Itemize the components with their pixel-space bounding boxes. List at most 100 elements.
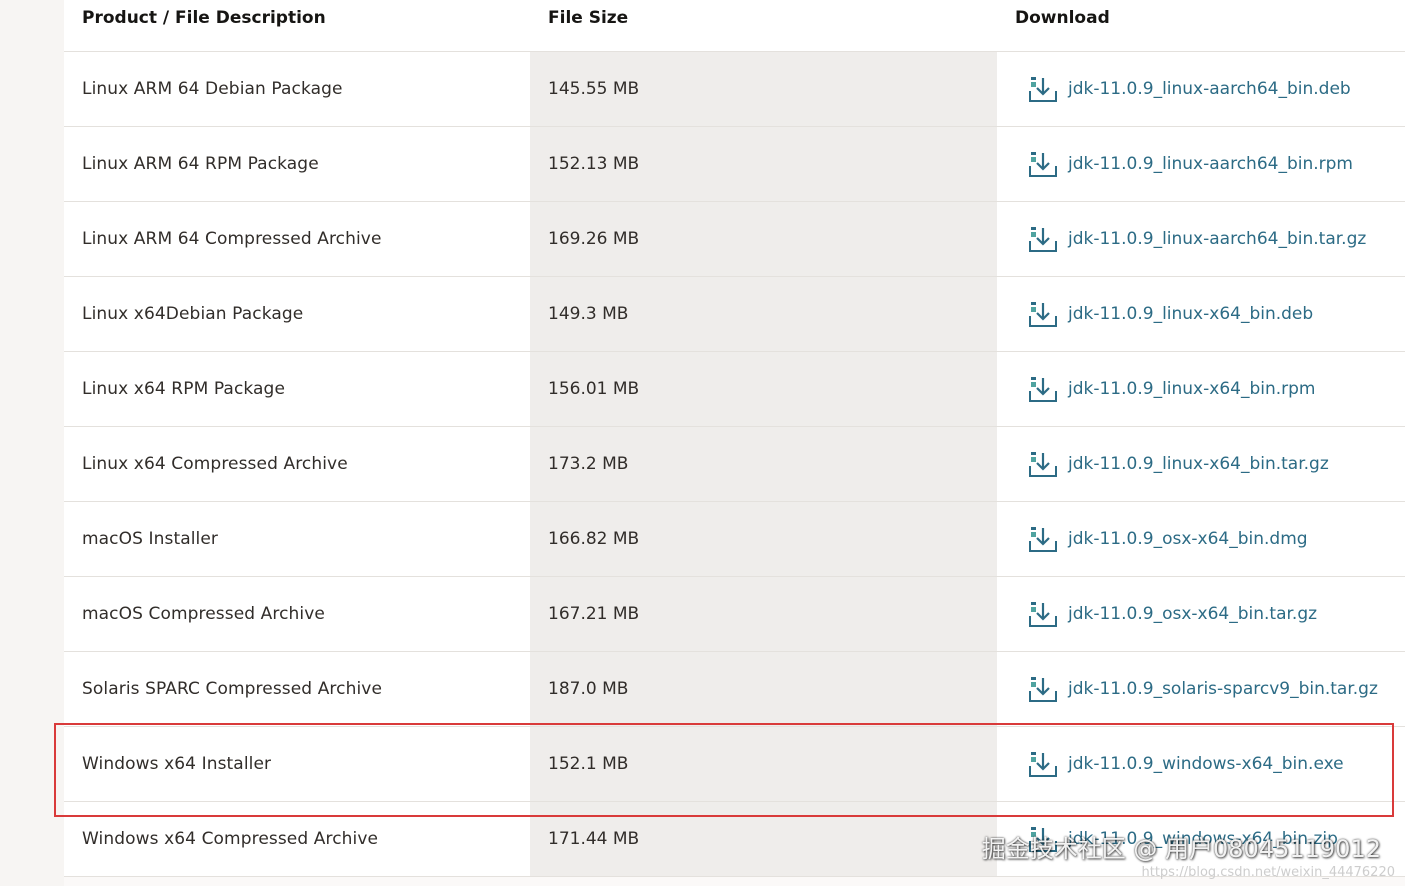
file-size: 167.21 MB [548, 604, 640, 624]
file-size: 152.1 MB [548, 754, 629, 774]
table-header-row: Product / File Description File Size Dow… [64, 0, 1405, 52]
download-filename: jdk-11.0.9_windows-x64_bin.exe [1068, 754, 1344, 774]
download-filename: jdk-11.0.9_linux-x64_bin.rpm [1068, 379, 1316, 399]
file-size: 169.26 MB [548, 229, 640, 249]
header-file-size: File Size [530, 0, 997, 51]
download-cell: jdk-11.0.9_linux-aarch64_bin.deb [997, 52, 1405, 126]
file-description-cell: Linux ARM 64 Debian Package [64, 52, 530, 126]
file-description: Linux ARM 64 Compressed Archive [82, 229, 382, 249]
file-description: Linux ARM 64 RPM Package [82, 154, 319, 174]
file-description: Linux x64 RPM Package [82, 379, 286, 399]
file-size: 171.44 MB [548, 829, 640, 849]
download-filename: jdk-11.0.9_solaris-sparcv9_bin.tar.gz [1068, 679, 1378, 699]
file-size-cell: 145.55 MB [530, 52, 997, 126]
file-description: Linux ARM 64 Debian Package [82, 79, 343, 99]
download-link[interactable]: jdk-11.0.9_linux-x64_bin.tar.gz [1028, 449, 1329, 479]
download-link[interactable]: jdk-11.0.9_linux-x64_bin.deb [1028, 299, 1313, 329]
file-size-cell: 167.21 MB [530, 577, 997, 651]
file-size-cell: 169.26 MB [530, 202, 997, 276]
table-row: Linux ARM 64 Compressed Archive 169.26 MB… [64, 202, 1405, 277]
download-link[interactable]: jdk-11.0.9_osx-x64_bin.dmg [1028, 524, 1308, 554]
download-filename: jdk-11.0.9_linux-aarch64_bin.deb [1068, 79, 1351, 99]
download-cell: jdk-11.0.9_linux-x64_bin.rpm [997, 352, 1405, 426]
file-description-cell: Linux x64 Compressed Archive [64, 427, 530, 501]
download-cell: jdk-11.0.9_windows-x64_bin.exe [997, 727, 1405, 801]
file-size: 173.2 MB [548, 454, 629, 474]
download-filename: jdk-11.0.9_osx-x64_bin.tar.gz [1068, 604, 1318, 624]
download-icon [1028, 524, 1058, 554]
table-row: Linux x64 Compressed Archive 173.2 MB jdk… [64, 427, 1405, 502]
file-description-cell: Windows x64 Installer [64, 727, 530, 801]
download-filename: jdk-11.0.9_linux-x64_bin.deb [1068, 304, 1314, 324]
file-description: Solaris SPARC Compressed Archive [82, 679, 383, 699]
file-size: 187.0 MB [548, 679, 629, 699]
file-description-cell: Windows x64 Compressed Archive [64, 802, 530, 876]
file-size-cell: 149.3 MB [530, 277, 997, 351]
download-cell: jdk-11.0.9_linux-x64_bin.deb [997, 277, 1405, 351]
file-size: 166.82 MB [548, 529, 640, 549]
download-cell: jdk-11.0.9_linux-aarch64_bin.rpm [997, 127, 1405, 201]
download-filename: jdk-11.0.9_linux-x64_bin.tar.gz [1068, 454, 1329, 474]
file-size: 152.13 MB [548, 154, 640, 174]
table-body: Linux ARM 64 Debian Package 145.55 MB jdk… [64, 52, 1405, 877]
file-size-cell: 152.13 MB [530, 127, 997, 201]
download-icon [1028, 74, 1058, 104]
file-size: 149.3 MB [548, 304, 629, 324]
table-row: Linux x64Debian Package 149.3 MB jdk-11.0… [64, 277, 1405, 352]
download-icon [1028, 749, 1058, 779]
table-row: Linux ARM 64 Debian Package 145.55 MB jdk… [64, 52, 1405, 127]
file-description-cell: Linux x64Debian Package [64, 277, 530, 351]
table-row: Linux x64 RPM Package 156.01 MB jdk-11.0.… [64, 352, 1405, 427]
table-row: Linux ARM 64 RPM Package 152.13 MB jdk-11… [64, 127, 1405, 202]
table-row: macOS Installer 166.82 MB jdk-11.0.9_osx-… [64, 502, 1405, 577]
page: Product / File Description File Size Dow… [0, 0, 1405, 886]
file-size-cell: 173.2 MB [530, 427, 997, 501]
download-link[interactable]: jdk-11.0.9_solaris-sparcv9_bin.tar.gz [1028, 674, 1378, 704]
download-cell: jdk-11.0.9_linux-aarch64_bin.tar.gz [997, 202, 1405, 276]
download-filename: jdk-11.0.9_linux-aarch64_bin.tar.gz [1068, 229, 1367, 249]
download-cell: jdk-11.0.9_osx-x64_bin.dmg [997, 502, 1405, 576]
download-link[interactable]: jdk-11.0.9_windows-x64_bin.exe [1028, 749, 1344, 779]
file-size: 145.55 MB [548, 79, 640, 99]
file-size: 156.01 MB [548, 379, 640, 399]
file-description: Linux x64Debian Package [82, 304, 304, 324]
download-link[interactable]: jdk-11.0.9_osx-x64_bin.tar.gz [1028, 599, 1317, 629]
download-link[interactable]: jdk-11.0.9_linux-aarch64_bin.tar.gz [1028, 224, 1366, 254]
file-description-cell: Solaris SPARC Compressed Archive [64, 652, 530, 726]
download-icon [1028, 599, 1058, 629]
file-description-cell: Linux x64 RPM Package [64, 352, 530, 426]
download-icon [1028, 299, 1058, 329]
download-table: Product / File Description File Size Dow… [64, 0, 1405, 877]
download-link[interactable]: jdk-11.0.9_linux-x64_bin.rpm [1028, 374, 1315, 404]
download-link[interactable]: jdk-11.0.9_linux-aarch64_bin.deb [1028, 74, 1351, 104]
download-link[interactable]: jdk-11.0.9_linux-aarch64_bin.rpm [1028, 149, 1353, 179]
table-row: Windows x64 Installer 152.1 MB jdk-11.0.9… [64, 727, 1405, 802]
file-size-cell: 166.82 MB [530, 502, 997, 576]
download-icon [1028, 224, 1058, 254]
file-description-cell: macOS Installer [64, 502, 530, 576]
file-size-cell: 156.01 MB [530, 352, 997, 426]
download-filename: jdk-11.0.9_osx-x64_bin.dmg [1068, 529, 1308, 549]
file-size-cell: 171.44 MB [530, 802, 997, 876]
table-row: Solaris SPARC Compressed Archive 187.0 MB… [64, 652, 1405, 727]
download-cell: jdk-11.0.9_solaris-sparcv9_bin.tar.gz [997, 652, 1405, 726]
header-description: Product / File Description [64, 0, 530, 51]
file-description-cell: Linux ARM 64 RPM Package [64, 127, 530, 201]
file-description: Windows x64 Compressed Archive [82, 829, 379, 849]
file-description: macOS Installer [82, 529, 219, 549]
file-description: macOS Compressed Archive [82, 604, 325, 624]
download-icon [1028, 449, 1058, 479]
download-cell: jdk-11.0.9_linux-x64_bin.tar.gz [997, 427, 1405, 501]
download-cell: jdk-11.0.9_osx-x64_bin.tar.gz [997, 577, 1405, 651]
file-description: Windows x64 Installer [82, 754, 272, 774]
download-filename: jdk-11.0.9_linux-aarch64_bin.rpm [1068, 154, 1353, 174]
file-description-cell: macOS Compressed Archive [64, 577, 530, 651]
file-description: Linux x64 Compressed Archive [82, 454, 348, 474]
download-icon [1028, 374, 1058, 404]
watermark: 掘金技术社区 @ 用户08045119012 [981, 835, 1381, 863]
header-download: Download [997, 0, 1405, 51]
download-icon [1028, 149, 1058, 179]
download-icon [1028, 674, 1058, 704]
file-size-cell: 152.1 MB [530, 727, 997, 801]
table-row: macOS Compressed Archive 167.21 MB jdk-11… [64, 577, 1405, 652]
